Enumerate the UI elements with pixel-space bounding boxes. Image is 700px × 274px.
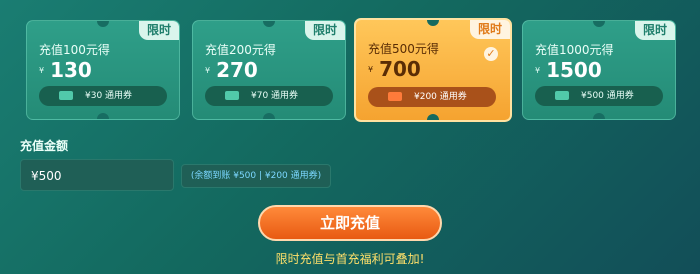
card-notch-top <box>427 20 439 26</box>
recharge-card-200[interactable]: 限时 充值200元得 ¥270 ¥70 通用券 <box>192 20 346 120</box>
currency-symbol: ¥ <box>39 65 45 75</box>
coupon-pill: ¥70 通用券 <box>205 86 333 106</box>
recharge-card-500-selected[interactable]: 限时 ✓ 充值500元得 ¥700 ¥200 通用券 <box>354 18 512 122</box>
card-title: 充值1000元得 <box>535 43 614 57</box>
card-amount-value: 700 <box>379 57 421 81</box>
coupon-pill: ¥200 通用券 <box>368 87 496 107</box>
recharge-options: 限时 充值100元得 ¥130 ¥30 通用券 限时 充值200元得 ¥270 … <box>26 18 676 122</box>
limited-time-badge: 限时 <box>470 20 510 39</box>
card-notch-top <box>97 21 109 27</box>
card-amount-value: 130 <box>50 58 92 82</box>
ticket-icon <box>225 91 239 100</box>
card-notch-bottom <box>263 113 275 119</box>
ticket-icon <box>388 92 402 101</box>
card-amount: ¥700 <box>368 57 421 83</box>
check-circle-icon: ✓ <box>484 47 498 61</box>
limited-time-badge: 限时 <box>139 21 179 40</box>
ticket-icon <box>59 91 73 100</box>
limited-time-badge: 限时 <box>635 21 675 40</box>
card-title: 充值500元得 <box>368 42 439 56</box>
recharge-amount-input[interactable]: ¥500 <box>20 159 174 191</box>
currency-symbol: ¥ <box>205 65 211 75</box>
recharge-hint: (余额到账 ¥500 | ¥200 通用券) <box>181 164 331 188</box>
recharge-amount-label: 充值金额 <box>20 139 69 153</box>
coupon-text: ¥70 通用券 <box>251 91 299 101</box>
coupon-pill: ¥500 通用券 <box>535 86 663 106</box>
stacking-note: 限时充值与首充福利可叠加! <box>275 252 425 266</box>
recharge-card-100[interactable]: 限时 充值100元得 ¥130 ¥30 通用券 <box>26 20 180 120</box>
coupon-text: ¥30 通用券 <box>85 91 133 101</box>
currency-symbol: ¥ <box>368 64 374 74</box>
limited-time-badge: 限时 <box>305 21 345 40</box>
card-notch-bottom <box>593 113 605 119</box>
card-amount: ¥270 <box>205 58 258 84</box>
card-amount: ¥130 <box>39 58 92 84</box>
card-notch-top <box>593 21 605 27</box>
card-amount-value: 1500 <box>546 58 602 82</box>
coupon-pill: ¥30 通用券 <box>39 86 167 106</box>
card-amount: ¥1500 <box>535 58 602 84</box>
card-amount-value: 270 <box>216 58 258 82</box>
coupon-text: ¥500 通用券 <box>581 91 634 101</box>
coupon-text: ¥200 通用券 <box>414 92 467 102</box>
card-notch-bottom <box>427 114 439 120</box>
currency-symbol: ¥ <box>535 65 541 75</box>
card-title: 充值200元得 <box>205 43 276 57</box>
card-notch-bottom <box>97 113 109 119</box>
card-title: 充值100元得 <box>39 43 110 57</box>
recharge-now-button[interactable]: 立即充值 <box>258 205 442 241</box>
recharge-card-1000[interactable]: 限时 充值1000元得 ¥1500 ¥500 通用券 <box>522 20 676 120</box>
ticket-icon <box>555 91 569 100</box>
card-notch-top <box>263 21 275 27</box>
